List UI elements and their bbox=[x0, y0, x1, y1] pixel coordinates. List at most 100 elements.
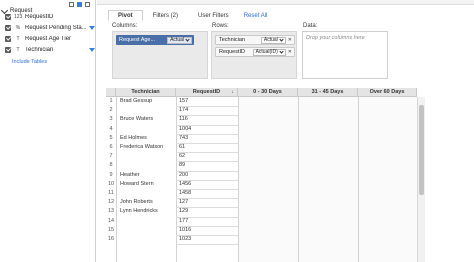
requestid-cell[interactable]: 62 bbox=[179, 153, 185, 159]
percent-type-icon: % bbox=[15, 25, 21, 31]
column-header-0-30-days[interactable]: 0 - 30 Days bbox=[238, 88, 298, 97]
table-row[interactable]: 14 177 bbox=[106, 218, 426, 227]
tab-pivot[interactable]: Pivot bbox=[108, 10, 143, 21]
tab-user-filters[interactable]: User Filters bbox=[188, 10, 239, 21]
field-name: Request Pending Sta... bbox=[25, 25, 86, 31]
requestid-cell[interactable]: 127 bbox=[179, 199, 188, 205]
row-number: 16 bbox=[107, 236, 115, 242]
requestid-cell[interactable]: 89 bbox=[179, 162, 185, 168]
technician-cell[interactable]: Howard Stern bbox=[120, 181, 154, 187]
pivot-config: Columns: Request Age... Actual Rows: Tec… bbox=[110, 21, 396, 83]
aggregation-select[interactable]: Actual bbox=[260, 36, 286, 44]
row-number: 7 bbox=[109, 153, 113, 160]
sort-descending-icon[interactable]: ↓ bbox=[232, 89, 235, 95]
table-row[interactable]: 11 1458 bbox=[106, 190, 426, 199]
checkbox-checked[interactable] bbox=[5, 36, 11, 42]
field-name: Technician bbox=[25, 47, 54, 53]
table-row[interactable]: 4 1004 bbox=[106, 126, 426, 135]
technician-cell[interactable]: Heather bbox=[120, 172, 140, 178]
requestid-cell[interactable]: 157 bbox=[179, 98, 188, 104]
columns-dropzone[interactable]: Request Age... Actual bbox=[112, 31, 208, 79]
field-name: RequestID bbox=[25, 14, 54, 20]
table-row[interactable]: 2 174 bbox=[106, 107, 426, 116]
technician-cell[interactable]: Brad Gessup bbox=[120, 98, 152, 104]
field-item-request-age-tier[interactable]: T Request Age Tier bbox=[5, 34, 95, 44]
requestid-cell[interactable]: 116 bbox=[179, 116, 188, 122]
requestid-cell[interactable]: 200 bbox=[179, 172, 188, 178]
checkbox-checked[interactable] bbox=[5, 14, 11, 20]
field-item-requestid[interactable]: 123 RequestID bbox=[5, 12, 95, 22]
technician-cell[interactable]: Ed Holmes bbox=[120, 135, 147, 141]
checkbox-checked[interactable] bbox=[5, 25, 11, 31]
requestid-cell[interactable]: 174 bbox=[179, 107, 188, 113]
column-header-technician[interactable]: Technician bbox=[116, 88, 176, 97]
table-row[interactable]: 15 1016 bbox=[106, 227, 426, 236]
technician-cell[interactable]: John Roberts bbox=[120, 199, 153, 205]
text-type-icon: T bbox=[16, 47, 20, 53]
header-label: 31 - 45 Days bbox=[311, 89, 344, 95]
table-row[interactable]: 3 Bruce Waters 116 bbox=[106, 116, 426, 125]
row-pill-technician[interactable]: Technician Actual ✕ bbox=[215, 35, 295, 45]
column-header-over-60-days[interactable]: Over 60 Days bbox=[358, 88, 417, 97]
field-item-technician[interactable]: T Technician bbox=[5, 45, 95, 55]
table-row[interactable]: 1 Brad Gessup 157 bbox=[106, 98, 426, 107]
table-row[interactable]: 9 Heather 200 bbox=[106, 172, 426, 181]
rows-dropzone[interactable]: Technician Actual ✕ RequestID Actual(ID)… bbox=[211, 31, 297, 79]
grid-view-icon[interactable] bbox=[69, 1, 74, 7]
aggregation-select[interactable]: Actual(ID) bbox=[252, 48, 286, 56]
data-dropzone[interactable]: Drop your columns here bbox=[302, 31, 388, 79]
technician-cell[interactable]: Bruce Waters bbox=[120, 116, 153, 122]
data-label: Data: bbox=[303, 23, 318, 29]
table-row[interactable]: 10 Howard Stern 1456 bbox=[106, 181, 426, 190]
requestid-cell[interactable]: 61 bbox=[179, 144, 185, 150]
checkbox-checked[interactable] bbox=[5, 47, 11, 53]
table-row[interactable]: 7 62 bbox=[106, 153, 426, 162]
row-number: 8 bbox=[109, 162, 113, 169]
table-row[interactable]: 12 John Roberts 127 bbox=[106, 199, 426, 208]
technician-cell[interactable]: Frederica Watson bbox=[120, 144, 163, 150]
aggregation-select[interactable]: Actual bbox=[167, 36, 192, 44]
row-pill-requestid[interactable]: RequestID Actual(ID) ✕ bbox=[215, 47, 295, 57]
select-value: Actual bbox=[170, 37, 184, 43]
column-header-requestid[interactable]: RequestID ↓ bbox=[176, 88, 238, 97]
table-row[interactable]: 8 89 bbox=[106, 162, 426, 171]
text-type-icon: T bbox=[16, 36, 20, 42]
row-number: 5 bbox=[109, 134, 113, 141]
chevron-down-icon bbox=[279, 48, 284, 54]
include-tables-link[interactable]: Include Tables bbox=[12, 59, 47, 65]
scrollbar-thumb[interactable] bbox=[419, 105, 424, 195]
settings-icon[interactable] bbox=[85, 1, 90, 7]
list-view-icon[interactable] bbox=[77, 1, 82, 7]
pivot-grid: Technician RequestID ↓ 0 - 30 Days 31 - … bbox=[106, 88, 426, 262]
row-number: 3 bbox=[109, 116, 113, 123]
close-icon[interactable]: ✕ bbox=[288, 37, 292, 43]
field-item-request-pending-status[interactable]: % Request Pending Sta... bbox=[5, 23, 95, 33]
filter-icon[interactable] bbox=[89, 26, 95, 30]
row-number: 11 bbox=[108, 190, 114, 196]
requestid-cell[interactable]: 1456 bbox=[179, 181, 191, 187]
select-value: Actual bbox=[263, 37, 278, 43]
requestid-cell[interactable]: 1004 bbox=[179, 126, 191, 132]
column-header-31-45-days[interactable]: 31 - 45 Days bbox=[298, 88, 358, 97]
filter-icon[interactable] bbox=[89, 48, 95, 52]
tab-filters[interactable]: Filters (2) bbox=[143, 10, 188, 21]
columns-label: Columns: bbox=[112, 23, 138, 29]
select-value: Actual(ID) bbox=[255, 49, 278, 55]
requestid-cell[interactable]: 1023 bbox=[179, 236, 191, 242]
pivot-tabs: Pivot Filters (2) User Filters Reset All bbox=[108, 10, 272, 21]
requestid-cell[interactable]: 1016 bbox=[179, 227, 191, 233]
column-pill-request-age[interactable]: Request Age... Actual bbox=[116, 35, 194, 45]
close-icon[interactable]: ✕ bbox=[288, 49, 292, 55]
table-row[interactable]: 16 1023 bbox=[106, 236, 426, 245]
table-row[interactable]: 5 Ed Holmes 743 bbox=[106, 135, 426, 144]
requestid-cell[interactable]: 177 bbox=[179, 218, 188, 224]
requestid-cell[interactable]: 129 bbox=[179, 208, 188, 214]
technician-cell[interactable]: Lynn Hendricks bbox=[120, 208, 158, 214]
reset-all-link[interactable]: Reset All bbox=[239, 10, 273, 21]
table-row[interactable]: 13 Lynn Hendricks 129 bbox=[106, 208, 426, 217]
header-label: 0 - 30 Days bbox=[253, 89, 282, 95]
requestid-cell[interactable]: 1458 bbox=[179, 190, 191, 196]
table-row[interactable]: 6 Frederica Watson 61 bbox=[106, 144, 426, 153]
vertical-scrollbar[interactable] bbox=[417, 97, 425, 262]
requestid-cell[interactable]: 743 bbox=[179, 135, 188, 141]
